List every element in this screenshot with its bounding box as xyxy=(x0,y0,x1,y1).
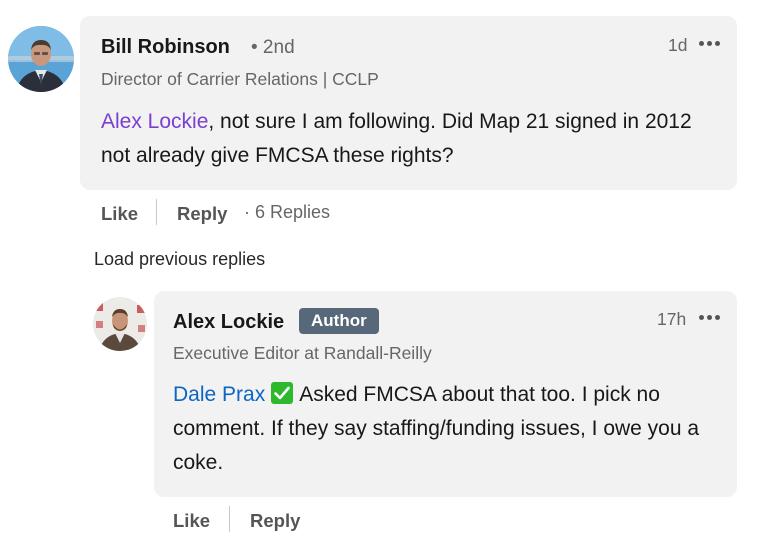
bill-robinson-avatar[interactable] xyxy=(8,26,74,92)
reply-author-headline: Executive Editor at Randall-Reilly xyxy=(173,343,432,363)
reply-author-name[interactable]: Alex Lockie xyxy=(173,311,284,334)
reply-timestamp: 17h xyxy=(657,309,687,329)
replies-count[interactable]: · 6 Replies xyxy=(244,202,330,223)
author-badge: Author xyxy=(299,308,379,334)
connection-degree: • 2nd xyxy=(251,37,295,58)
mention-link[interactable]: Dale Prax xyxy=(173,383,265,406)
comment-timestamp: 1d xyxy=(668,35,688,55)
mention-link[interactable]: Alex Lockie xyxy=(101,110,208,133)
reply-button[interactable]: Reply xyxy=(177,203,227,225)
profile-photo-icon xyxy=(8,26,74,92)
checkmark-icon xyxy=(271,382,294,404)
action-divider xyxy=(229,506,230,532)
more-options-icon[interactable] xyxy=(699,41,720,46)
like-button[interactable]: Like xyxy=(173,510,210,532)
comment-author-headline: Director of Carrier Relations | CCLP xyxy=(101,69,379,89)
action-divider xyxy=(156,199,157,225)
alex-lockie-avatar[interactable] xyxy=(93,297,147,351)
reply-text: Dale Prax Asked FMCSA about that too. I p… xyxy=(173,378,703,480)
comment-text: Alex Lockie, not sure I am following. Di… xyxy=(101,105,711,173)
more-options-icon[interactable] xyxy=(699,315,720,320)
like-button[interactable]: Like xyxy=(101,203,138,225)
comment-author-name[interactable]: Bill Robinson xyxy=(101,36,230,59)
profile-photo-icon xyxy=(93,297,147,351)
load-previous-replies-link[interactable]: Load previous replies xyxy=(94,249,265,270)
reply-button[interactable]: Reply xyxy=(250,510,300,532)
